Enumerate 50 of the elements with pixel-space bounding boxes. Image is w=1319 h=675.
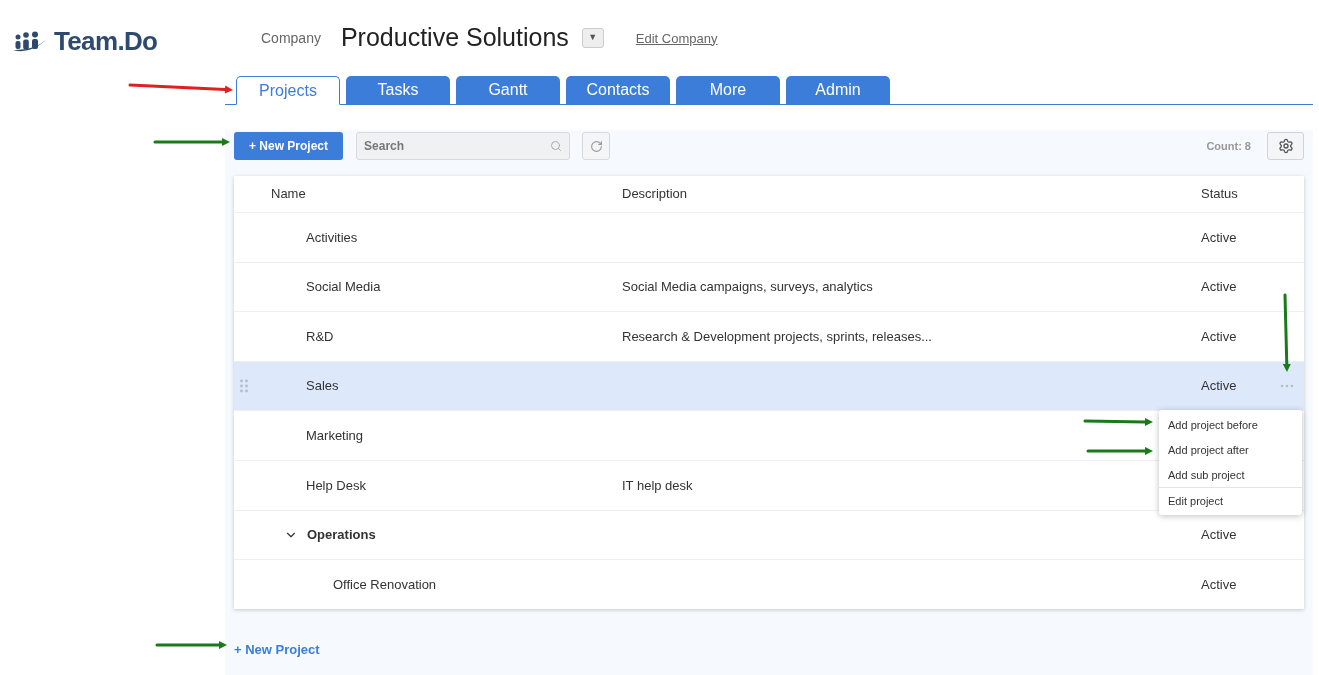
refresh-icon bbox=[589, 139, 603, 153]
status-text: Active bbox=[1201, 279, 1237, 295]
tab[interactable]: More bbox=[676, 76, 780, 104]
column-header: Status bbox=[1201, 186, 1238, 202]
more-icon[interactable] bbox=[1280, 384, 1294, 389]
project-description: Research & Development projects, sprints, releases... bbox=[622, 328, 932, 344]
project-row[interactable]: R&D Research & Development projects, sprints, releases... Active bbox=[234, 311, 1304, 361]
search-field[interactable]: Search bbox=[356, 132, 571, 160]
project-name: Activities bbox=[306, 228, 358, 247]
project-description: Social Media campaigns, surveys, analytics bbox=[622, 279, 873, 295]
status-text: Active bbox=[1201, 328, 1237, 344]
project-row[interactable]: Activities Active bbox=[234, 212, 1304, 262]
company-dropdown-button[interactable]: ▼ bbox=[581, 28, 604, 48]
project-name: Operations bbox=[307, 526, 376, 545]
brand-name: Team.Do bbox=[54, 25, 158, 58]
tab[interactable]: Projects bbox=[236, 76, 340, 105]
tab[interactable]: Admin bbox=[786, 76, 890, 104]
count-text: Count: 8 bbox=[1206, 138, 1251, 154]
refresh-button[interactable] bbox=[582, 132, 611, 160]
project-row[interactable]: Sales Active bbox=[234, 360, 1304, 411]
settings-button[interactable] bbox=[1267, 132, 1304, 160]
search-icon bbox=[550, 140, 563, 152]
project-name: Sales bbox=[306, 377, 339, 396]
project-row[interactable]: Office Renovation Active bbox=[234, 559, 1304, 609]
menu-item[interactable]: Add project before bbox=[1159, 412, 1302, 438]
column-header: Name bbox=[271, 186, 306, 202]
project-row[interactable]: Social Media Social Media campaigns, surveys, analytics Active bbox=[234, 261, 1304, 312]
status-text: Active bbox=[1201, 229, 1237, 245]
tab[interactable]: Gantt bbox=[456, 76, 560, 104]
project-row[interactable]: Operations Active bbox=[234, 509, 1304, 560]
settings-icon bbox=[1277, 138, 1294, 154]
column-header: Description bbox=[622, 186, 688, 202]
status-text: Active bbox=[1201, 527, 1237, 543]
status-text: Active bbox=[1201, 576, 1237, 592]
project-description: IT help desk bbox=[622, 477, 693, 493]
new-project-link[interactable]: + New Project bbox=[234, 641, 320, 657]
new-project-button[interactable]: + New Project bbox=[234, 132, 344, 160]
project-name: Office Renovation bbox=[333, 575, 437, 594]
tab[interactable]: Contacts bbox=[566, 76, 670, 104]
edit-company-link[interactable]: Edit Company bbox=[635, 28, 718, 48]
project-name: Social Media bbox=[306, 278, 381, 297]
menu-item[interactable]: Add sub project bbox=[1159, 462, 1302, 488]
drag-handle-icon[interactable] bbox=[240, 379, 248, 394]
project-name: Marketing bbox=[306, 426, 364, 445]
project-name: R&D bbox=[306, 327, 334, 346]
status-text: Active bbox=[1201, 378, 1237, 394]
tab[interactable]: Tasks bbox=[346, 76, 450, 104]
company-label: Company bbox=[261, 29, 321, 48]
company-name: Productive Solutions bbox=[340, 25, 569, 50]
project-name: Help Desk bbox=[306, 476, 366, 495]
